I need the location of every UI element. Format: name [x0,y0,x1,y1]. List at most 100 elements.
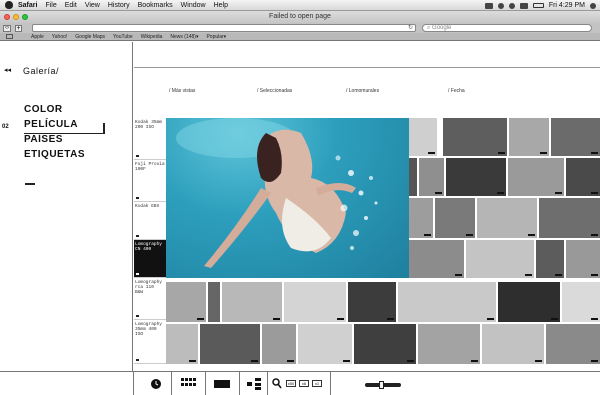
menu-edit[interactable]: Edit [65,2,77,9]
menu-file[interactable]: File [45,2,56,9]
photo-thumb[interactable] [551,118,600,156]
thumb-bar [471,360,478,362]
bookmark-wikipedia[interactable]: Wikipedia [141,34,163,40]
bookmark-yahoo[interactable]: Yahoo! [52,34,67,40]
add-bookmark-button[interactable]: + [15,24,22,32]
sort-tab-lomomurales[interactable]: / Lomomurales [346,88,379,94]
slider-handle[interactable] [379,381,384,389]
photo-thumb[interactable] [562,282,600,322]
photo-thumb[interactable] [348,282,396,322]
tree-view-icon[interactable] [247,378,261,390]
photo-thumb[interactable] [409,198,433,238]
film-row-fuji-provia[interactable]: Fuji Provia 100F [134,160,166,202]
thumb-bar [497,192,504,194]
nav-item-paises[interactable]: PAÍSES [24,132,85,147]
thumb-bar [591,192,598,194]
photo-thumb[interactable] [536,240,564,278]
film-row-lomography-35mm[interactable]: Lomography 35mm 400 ISO [134,320,166,364]
film-row-kodak-200[interactable]: Kodak 35mm 200 ISO [134,118,166,160]
reload-icon[interactable]: ↻ [408,24,413,31]
bluetooth-icon[interactable] [497,2,504,9]
photo-thumb[interactable] [409,240,464,278]
photo-thumb[interactable] [498,282,560,322]
menu-history[interactable]: History [108,2,130,9]
apple-menu-icon[interactable] [5,1,13,9]
nav-item-color[interactable]: COLOR [24,102,85,117]
photo-thumb[interactable] [284,282,346,322]
menu-bookmarks[interactable]: Bookmarks [138,2,173,9]
single-view-icon[interactable] [214,380,230,388]
thumb-bar [273,318,280,320]
spotlight-icon[interactable] [590,2,596,9]
photo-thumb[interactable] [539,198,600,238]
menu-app-safari[interactable]: Safari [18,2,37,9]
photo-thumb[interactable] [409,158,417,196]
bookmark-popular[interactable]: Popular▾ [206,34,226,40]
film-row-kodak-ebx[interactable]: Kodak EBX [134,202,166,240]
menu-window[interactable]: Window [181,2,206,9]
photo-thumb[interactable] [166,324,198,364]
film-row-labels: Kodak 35mm 200 ISO Fuji Provia 100F Koda… [134,118,166,364]
bookmark-youtube[interactable]: YouTube [113,34,133,40]
bookmark-google-maps[interactable]: Google Maps [75,34,105,40]
photo-thumb[interactable] [566,158,600,196]
film-row-lomography-cn400[interactable]: Lomography CN 400 [134,240,166,278]
row-marker [136,197,139,199]
minimize-window-icon[interactable] [13,14,19,20]
featured-photo[interactable] [166,118,409,278]
photo-thumb[interactable] [166,282,206,322]
sort-tab-fecha[interactable]: / Fecha [448,88,465,94]
photo-thumb[interactable] [419,158,444,196]
photo-thumb[interactable] [508,158,564,196]
zoom-x6-button[interactable]: x6 [299,380,309,387]
zoom-x50-button[interactable]: x50 [286,380,296,387]
photo-thumb[interactable] [443,118,507,156]
photo-thumb[interactable] [446,158,506,196]
sort-tab-mas-vistas[interactable]: / Más vistas [169,88,195,94]
photo-thumb[interactable] [298,324,352,364]
search-field[interactable]: ⌕ Google [422,24,592,32]
bookmark-news[interactable]: News (148)▾ [170,34,198,40]
back-arrow-icon[interactable]: ◂◂ [4,66,11,74]
battery-icon[interactable] [532,3,544,8]
show-all-bookmarks-icon[interactable] [6,34,13,39]
zoom-slider[interactable] [365,381,401,389]
sort-tab-seleccionadas[interactable]: / Seleccionadas [257,88,292,94]
photo-thumb[interactable] [398,282,496,322]
photo-thumb[interactable] [418,324,480,364]
wifi-icon[interactable] [508,2,515,9]
clock-icon[interactable] [150,378,162,390]
photo-thumb[interactable] [409,118,437,156]
photo-thumb[interactable] [477,198,537,238]
zoom-magnifier-icon[interactable] [272,378,282,389]
photo-thumb[interactable] [466,240,534,278]
photo-thumb[interactable] [435,198,475,238]
display-icon[interactable] [484,2,493,9]
close-window-icon[interactable] [4,14,10,20]
photo-thumb[interactable] [354,324,416,364]
photo-thumb[interactable] [208,282,220,322]
bookmark-apple[interactable]: Apple [31,34,44,40]
photo-thumb[interactable] [200,324,260,364]
menu-clock[interactable]: Fri 4:29 PM [549,2,585,9]
photo-thumb[interactable] [262,324,296,364]
photo-thumb[interactable] [566,240,600,278]
zoom-window-icon[interactable] [22,14,28,20]
film-row-lomography-110[interactable]: Lomography rca 110 B&W [134,278,166,320]
nav-item-etiquetas[interactable]: ETIQUETAS [24,147,85,162]
photo-thumb[interactable] [509,118,549,156]
zoom-x1-button[interactable]: x1 [312,380,322,387]
breadcrumb[interactable]: Galería/ [23,66,59,76]
nav-item-pelicula[interactable]: PELÍCULA [24,117,85,132]
photo-thumb[interactable] [482,324,544,364]
thumb-bar [591,152,598,154]
address-bar[interactable]: ↻ [32,24,416,32]
grid-view-icon[interactable] [181,378,197,388]
back-forward-button[interactable]: ‹› [3,24,11,32]
volume-icon[interactable] [519,2,528,9]
menu-view[interactable]: View [85,2,100,9]
photo-thumb[interactable] [546,324,600,364]
menu-help[interactable]: Help [214,2,228,9]
film-row-label: Kodak EBX [135,204,160,209]
photo-thumb[interactable] [222,282,282,322]
